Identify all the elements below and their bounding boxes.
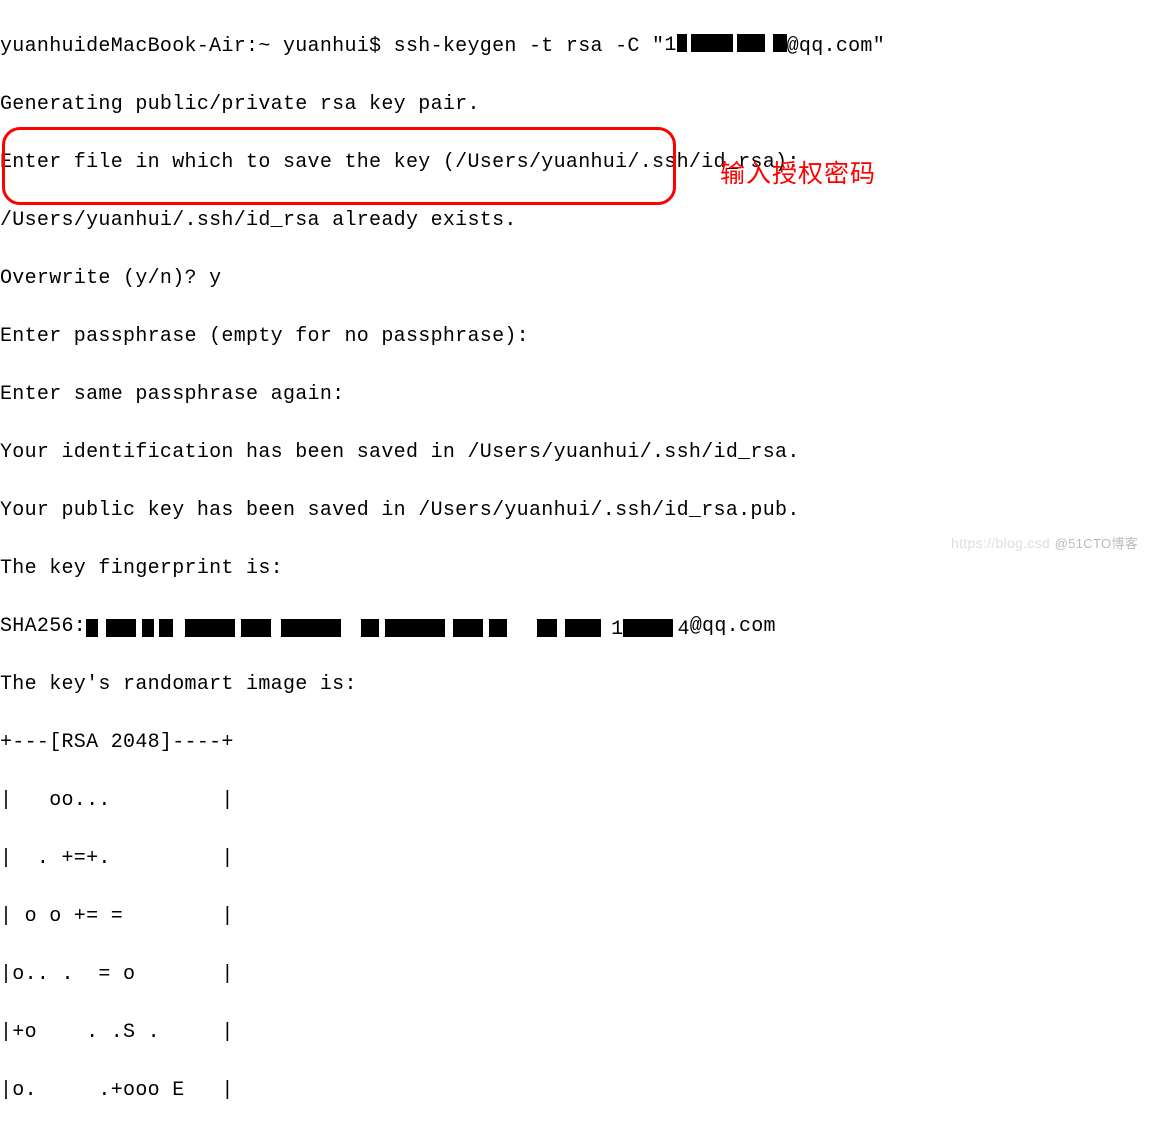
annotation-text: 输入授权密码 (720, 160, 876, 189)
watermark-csdn: https://blog.csd (951, 529, 1050, 558)
command-line: yuanhuideMacBook-Air:~ yuanhui$ ssh-keyg… (0, 31, 1150, 61)
output-line: The key's randomart image is: (0, 670, 1150, 699)
randomart-line: | . +=+. | (0, 844, 1150, 873)
redacted-fingerprint: 14 (86, 615, 690, 635)
randomart-line: | oo... | (0, 786, 1150, 815)
output-line: Generating public/private rsa key pair. (0, 90, 1150, 119)
output-line: The key fingerprint is: (0, 554, 1150, 583)
randomart-line: | o o += = | (0, 902, 1150, 931)
redacted-email: 1 (664, 31, 786, 60)
output-line: Enter same passphrase again: (0, 380, 1150, 409)
output-line: Overwrite (y/n)? y (0, 264, 1150, 293)
randomart-line: +---[RSA 2048]----+ (0, 728, 1150, 757)
terminal-output: yuanhuideMacBook-Air:~ yuanhui$ ssh-keyg… (0, 0, 1150, 1132)
sha-line: SHA256:14@qq.com (0, 612, 1150, 641)
randomart-line: |+o . .S . | (0, 1018, 1150, 1047)
randomart-line: |o.. . = o | (0, 960, 1150, 989)
output-line: Enter file in which to save the key (/Us… (0, 148, 1150, 177)
watermark-51cto: @51CTO博客 (1055, 529, 1138, 558)
output-line: Your identification has been saved in /U… (0, 438, 1150, 467)
output-line: Your public key has been saved in /Users… (0, 496, 1150, 525)
randomart-line: |o. .+ooo E | (0, 1076, 1150, 1105)
output-line: Enter passphrase (empty for no passphras… (0, 322, 1150, 351)
output-line: /Users/yuanhui/.ssh/id_rsa already exist… (0, 206, 1150, 235)
